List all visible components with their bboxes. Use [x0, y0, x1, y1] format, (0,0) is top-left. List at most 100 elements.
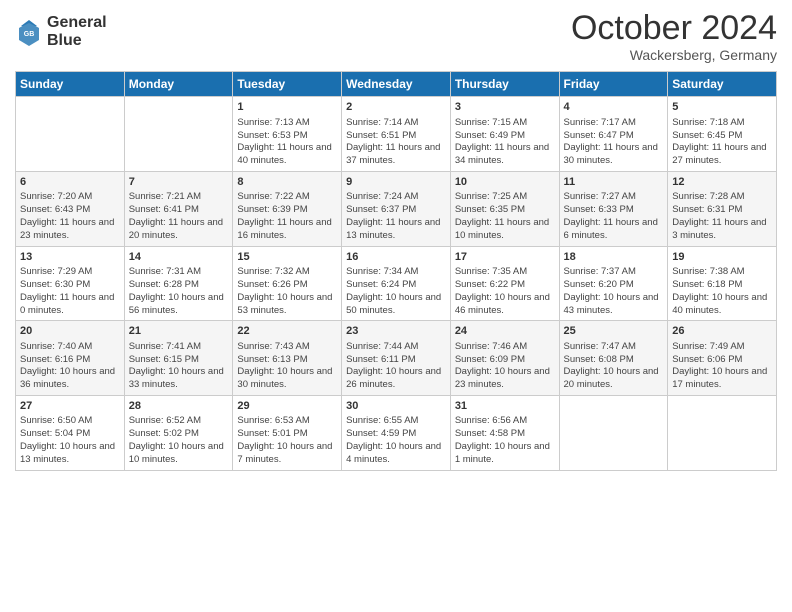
calendar-cell: 4 Sunrise: 7:17 AM Sunset: 6:47 PM Daylig… [559, 97, 668, 172]
logo: GB General Blue [15, 14, 107, 49]
calendar-cell: 26 Sunrise: 7:49 AM Sunset: 6:06 PM Dayli… [668, 321, 777, 396]
cell-content: Sunrise: 7:21 AM Sunset: 6:41 PM Dayligh… [129, 191, 229, 242]
calendar-cell: 13Sunrise: 7:29 AM Sunset: 6:30 PM Dayli… [16, 246, 125, 321]
month-title: October 2024 [571, 10, 777, 47]
calendar-cell: 15Sunrise: 7:32 AM Sunset: 6:26 PM Dayli… [233, 246, 342, 321]
day-number: 21 [129, 324, 229, 339]
title-block: October 2024 Wackersberg, Germany [571, 10, 777, 63]
calendar-cell [124, 97, 233, 172]
logo-text: General Blue [47, 14, 107, 49]
day-number: 10 [455, 175, 555, 190]
column-header-tuesday: Tuesday [233, 72, 342, 97]
column-header-monday: Monday [124, 72, 233, 97]
calendar-cell: 14Sunrise: 7:31 AM Sunset: 6:28 PM Dayli… [124, 246, 233, 321]
week-row: 20 Sunrise: 7:40 AM Sunset: 6:16 PM Dayli… [16, 321, 777, 396]
day-number: 16 [346, 250, 446, 265]
calendar-cell: 28Sunrise: 6:52 AM Sunset: 5:02 PM Dayli… [124, 395, 233, 470]
cell-content: Sunrise: 6:56 AM Sunset: 4:58 PM Dayligh… [455, 415, 555, 466]
day-number: 20 [20, 324, 120, 339]
cell-content: Sunrise: 7:15 AM Sunset: 6:49 PM Dayligh… [455, 117, 555, 168]
day-number: 19 [672, 250, 772, 265]
week-row: 13Sunrise: 7:29 AM Sunset: 6:30 PM Dayli… [16, 246, 777, 321]
calendar-cell: 16Sunrise: 7:34 AM Sunset: 6:24 PM Dayli… [342, 246, 451, 321]
cell-content: Sunrise: 7:41 AM Sunset: 6:15 PM Dayligh… [129, 341, 229, 392]
calendar-cell [668, 395, 777, 470]
day-number: 15 [237, 250, 337, 265]
cell-content: Sunrise: 7:27 AM Sunset: 6:33 PM Dayligh… [564, 191, 664, 242]
cell-content: Sunrise: 7:29 AM Sunset: 6:30 PM Dayligh… [20, 266, 120, 317]
cell-content: Sunrise: 7:28 AM Sunset: 6:31 PM Dayligh… [672, 191, 772, 242]
column-header-thursday: Thursday [450, 72, 559, 97]
calendar-cell: 29Sunrise: 6:53 AM Sunset: 5:01 PM Dayli… [233, 395, 342, 470]
logo-icon: GB [15, 18, 43, 46]
cell-content: Sunrise: 7:49 AM Sunset: 6:06 PM Dayligh… [672, 341, 772, 392]
calendar-cell: 21 Sunrise: 7:41 AM Sunset: 6:15 PM Dayli… [124, 321, 233, 396]
day-number: 17 [455, 250, 555, 265]
cell-content: Sunrise: 7:34 AM Sunset: 6:24 PM Dayligh… [346, 266, 446, 317]
cell-content: Sunrise: 6:55 AM Sunset: 4:59 PM Dayligh… [346, 415, 446, 466]
day-number: 7 [129, 175, 229, 190]
column-header-friday: Friday [559, 72, 668, 97]
calendar-cell: 24 Sunrise: 7:46 AM Sunset: 6:09 PM Dayli… [450, 321, 559, 396]
day-number: 12 [672, 175, 772, 190]
calendar-cell: 2 Sunrise: 7:14 AM Sunset: 6:51 PM Daylig… [342, 97, 451, 172]
calendar-cell: 22 Sunrise: 7:43 AM Sunset: 6:13 PM Dayli… [233, 321, 342, 396]
calendar-cell: 6Sunrise: 7:20 AM Sunset: 6:43 PM Daylig… [16, 172, 125, 247]
day-number: 25 [564, 324, 664, 339]
calendar-cell: 25 Sunrise: 7:47 AM Sunset: 6:08 PM Dayli… [559, 321, 668, 396]
cell-content: Sunrise: 7:44 AM Sunset: 6:11 PM Dayligh… [346, 341, 446, 392]
day-number: 3 [455, 100, 555, 115]
calendar-cell: 23 Sunrise: 7:44 AM Sunset: 6:11 PM Dayli… [342, 321, 451, 396]
logo-line2: Blue [47, 32, 107, 50]
cell-content: Sunrise: 7:47 AM Sunset: 6:08 PM Dayligh… [564, 341, 664, 392]
day-number: 18 [564, 250, 664, 265]
day-number: 4 [564, 100, 664, 115]
day-number: 5 [672, 100, 772, 115]
cell-content: Sunrise: 7:32 AM Sunset: 6:26 PM Dayligh… [237, 266, 337, 317]
logo-line1: General [47, 14, 107, 32]
day-number: 29 [237, 399, 337, 414]
cell-content: Sunrise: 7:17 AM Sunset: 6:47 PM Dayligh… [564, 117, 664, 168]
calendar-cell: 30Sunrise: 6:55 AM Sunset: 4:59 PM Dayli… [342, 395, 451, 470]
day-number: 27 [20, 399, 120, 414]
day-number: 26 [672, 324, 772, 339]
day-number: 11 [564, 175, 664, 190]
calendar-cell: 17Sunrise: 7:35 AM Sunset: 6:22 PM Dayli… [450, 246, 559, 321]
cell-content: Sunrise: 7:38 AM Sunset: 6:18 PM Dayligh… [672, 266, 772, 317]
cell-content: Sunrise: 7:20 AM Sunset: 6:43 PM Dayligh… [20, 191, 120, 242]
page: GB General Blue October 2024 Wackersberg… [0, 0, 792, 612]
cell-content: Sunrise: 7:43 AM Sunset: 6:13 PM Dayligh… [237, 341, 337, 392]
calendar-cell: 5Sunrise: 7:18 AM Sunset: 6:45 PM Daylig… [668, 97, 777, 172]
cell-content: Sunrise: 6:52 AM Sunset: 5:02 PM Dayligh… [129, 415, 229, 466]
cell-content: Sunrise: 7:13 AM Sunset: 6:53 PM Dayligh… [237, 117, 337, 168]
week-row: 1Sunrise: 7:13 AM Sunset: 6:53 PM Daylig… [16, 97, 777, 172]
cell-content: Sunrise: 6:53 AM Sunset: 5:01 PM Dayligh… [237, 415, 337, 466]
column-header-wednesday: Wednesday [342, 72, 451, 97]
day-number: 30 [346, 399, 446, 414]
cell-content: Sunrise: 7:25 AM Sunset: 6:35 PM Dayligh… [455, 191, 555, 242]
header-row: SundayMondayTuesdayWednesdayThursdayFrid… [16, 72, 777, 97]
day-number: 8 [237, 175, 337, 190]
cell-content: Sunrise: 7:46 AM Sunset: 6:09 PM Dayligh… [455, 341, 555, 392]
header: GB General Blue October 2024 Wackersberg… [15, 10, 777, 63]
calendar-cell: 18Sunrise: 7:37 AM Sunset: 6:20 PM Dayli… [559, 246, 668, 321]
location: Wackersberg, Germany [571, 47, 777, 63]
cell-content: Sunrise: 6:50 AM Sunset: 5:04 PM Dayligh… [20, 415, 120, 466]
cell-content: Sunrise: 7:40 AM Sunset: 6:16 PM Dayligh… [20, 341, 120, 392]
cell-content: Sunrise: 7:31 AM Sunset: 6:28 PM Dayligh… [129, 266, 229, 317]
day-number: 22 [237, 324, 337, 339]
day-number: 28 [129, 399, 229, 414]
day-number: 13 [20, 250, 120, 265]
calendar-cell: 12Sunrise: 7:28 AM Sunset: 6:31 PM Dayli… [668, 172, 777, 247]
calendar-cell: 20 Sunrise: 7:40 AM Sunset: 6:16 PM Dayli… [16, 321, 125, 396]
calendar-cell: 10Sunrise: 7:25 AM Sunset: 6:35 PM Dayli… [450, 172, 559, 247]
cell-content: Sunrise: 7:24 AM Sunset: 6:37 PM Dayligh… [346, 191, 446, 242]
day-number: 24 [455, 324, 555, 339]
day-number: 31 [455, 399, 555, 414]
day-number: 23 [346, 324, 446, 339]
cell-content: Sunrise: 7:14 AM Sunset: 6:51 PM Dayligh… [346, 117, 446, 168]
calendar-cell: 27Sunrise: 6:50 AM Sunset: 5:04 PM Dayli… [16, 395, 125, 470]
column-header-sunday: Sunday [16, 72, 125, 97]
day-number: 2 [346, 100, 446, 115]
calendar-cell: 9Sunrise: 7:24 AM Sunset: 6:37 PM Daylig… [342, 172, 451, 247]
